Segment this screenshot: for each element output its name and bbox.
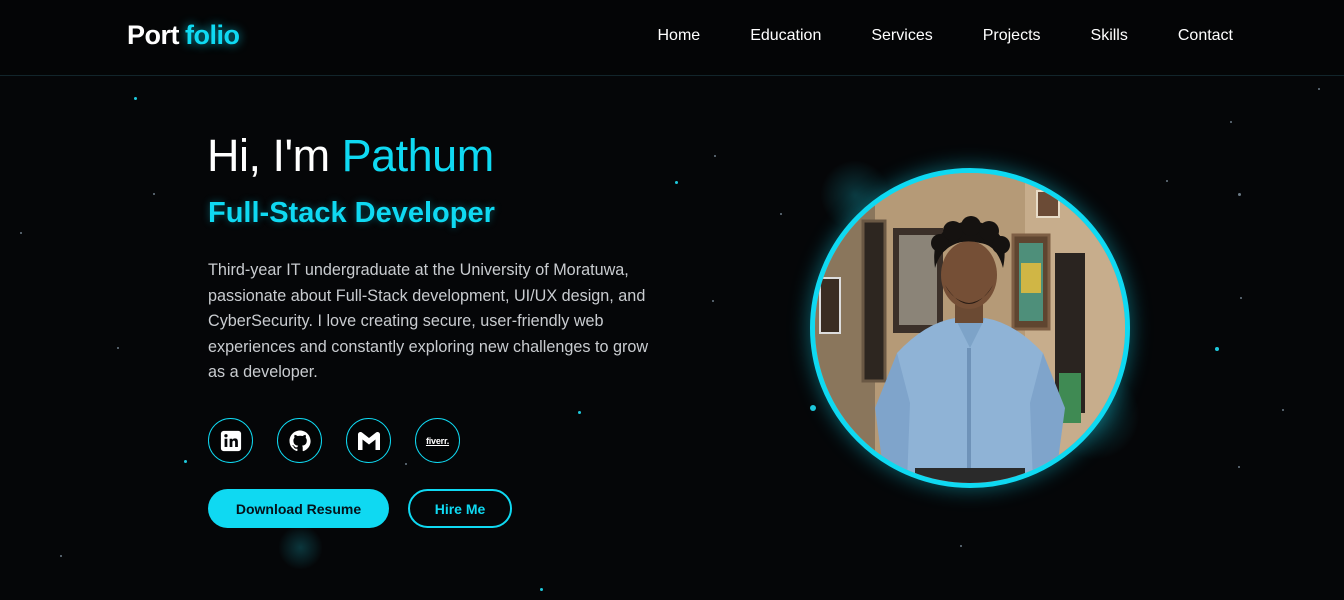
- fiverr-icon: fiverr.: [425, 435, 450, 446]
- download-resume-button[interactable]: Download Resume: [208, 489, 389, 528]
- gmail-link[interactable]: [346, 418, 391, 463]
- github-icon: [288, 429, 312, 453]
- profile-photo-illustration: [815, 173, 1125, 483]
- hire-me-button[interactable]: Hire Me: [408, 489, 512, 528]
- profile-photo: [810, 168, 1130, 488]
- linkedin-link[interactable]: [208, 418, 253, 463]
- nav-link-skills[interactable]: Skills: [1091, 27, 1128, 45]
- linkedin-icon: [220, 430, 242, 452]
- nav-link-projects[interactable]: Projects: [983, 27, 1041, 45]
- logo-text-port: Port: [127, 20, 180, 50]
- social-links: fiverr.: [208, 418, 460, 463]
- nav-link-home[interactable]: Home: [658, 27, 701, 45]
- hero-greeting: Hi, I'm Pathum: [207, 130, 494, 182]
- gmail-icon: [357, 431, 381, 451]
- github-link[interactable]: [277, 418, 322, 463]
- hero-bio: Third-year IT undergraduate at the Unive…: [208, 261, 649, 382]
- hero-name: Pathum: [341, 130, 495, 181]
- nav-link-education[interactable]: Education: [750, 27, 821, 45]
- hero-role: Full-Stack Developer: [208, 197, 495, 229]
- nav-link-contact[interactable]: Contact: [1178, 27, 1233, 45]
- greeting-text: Hi, I'm: [207, 130, 342, 181]
- logo[interactable]: Port folio: [127, 20, 240, 51]
- logo-text-folio: folio: [185, 20, 240, 50]
- nav-link-services[interactable]: Services: [871, 27, 932, 45]
- main-nav: Home Education Services Projects Skills …: [658, 27, 1234, 45]
- navbar: Port folio Home Education Services Projec…: [0, 0, 1344, 76]
- fiverr-link[interactable]: fiverr.: [415, 418, 460, 463]
- starfield-background: [0, 0, 1344, 600]
